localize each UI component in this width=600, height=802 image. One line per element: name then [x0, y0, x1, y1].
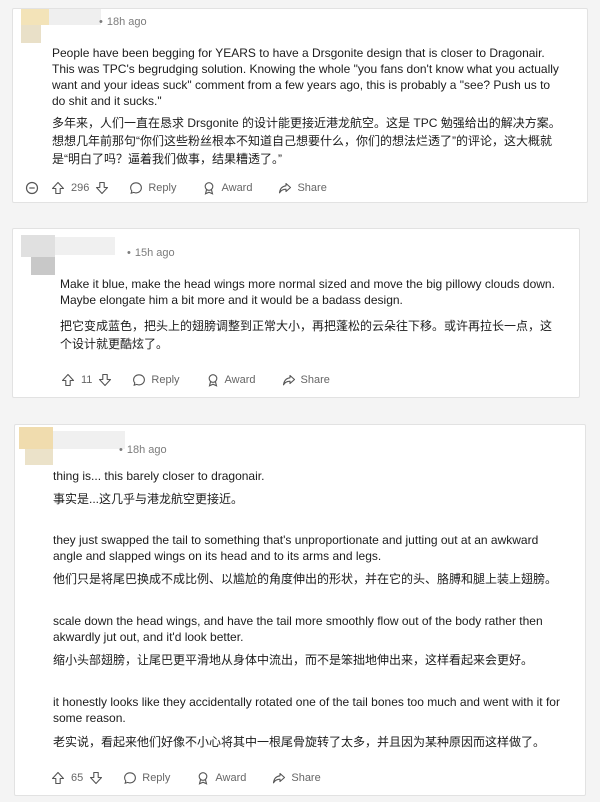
share-icon — [282, 373, 296, 387]
reply-label: Reply — [148, 182, 177, 194]
reply-button[interactable]: Reply — [132, 373, 180, 387]
vote-count: 11 — [81, 374, 93, 386]
vote-count: 65 — [71, 772, 84, 784]
award-label: Award — [224, 374, 256, 386]
share-icon — [278, 181, 292, 195]
award-button[interactable]: Award — [206, 373, 256, 387]
comment-meta: • 18h ago — [99, 16, 147, 28]
comment-text: thing is... this barely closer to dragon… — [53, 469, 265, 483]
reply-icon — [132, 373, 146, 387]
comment-text: Make it blue, make the head wings more n… — [60, 277, 555, 307]
comment-card-2: • 15h ago Make it blue, make the head win… — [12, 228, 580, 398]
comment-timestamp: 18h ago — [126, 444, 167, 456]
comment-text: they just swapped the tail to something … — [53, 533, 539, 563]
award-label: Award — [221, 182, 253, 194]
avatar[interactable] — [21, 235, 117, 275]
award-button[interactable]: Award — [196, 771, 246, 785]
upvote-icon[interactable] — [61, 373, 75, 387]
award-icon — [196, 771, 210, 785]
comment-text-translation: 老实说，看起来他们好像不小心将其中一根尾骨旋转了太多，并且因为某种原因而这样做了… — [53, 735, 546, 749]
avatar[interactable] — [19, 427, 129, 465]
comment-text-translation: 事实是...这几乎与港龙航空更接近。 — [53, 492, 244, 506]
comment-text-translation: 多年来，人们一直在恳求 Drsgonite 的设计能更接近港龙航空。这是 TPC… — [52, 116, 561, 166]
comment-card-3: • 18h ago thing is... this barely closer … — [14, 424, 586, 796]
page-bottom — [0, 796, 600, 802]
share-button[interactable]: Share — [272, 771, 321, 785]
share-label: Share — [297, 182, 327, 194]
comment-card-1: • 18h ago People have been begging for YE… — [12, 8, 588, 203]
reply-icon — [123, 771, 137, 785]
comment-text: People have been begging for YEARS to ha… — [52, 46, 559, 108]
downvote-icon[interactable] — [98, 373, 112, 387]
comment-actions: 65 Reply Award Share — [51, 768, 321, 788]
award-icon — [206, 373, 220, 387]
award-label: Award — [215, 772, 247, 784]
comment-text-translation: 把它变成蓝色，把头上的翅膀调整到正常大小，再把蓬松的云朵往下移。或许再拉长一点，… — [60, 319, 553, 351]
reply-label: Reply — [151, 374, 180, 386]
reply-label: Reply — [142, 772, 171, 784]
reply-button[interactable]: Reply — [129, 181, 176, 195]
comment-timestamp: 15h ago — [134, 247, 175, 259]
comment-timestamp: 18h ago — [106, 16, 147, 28]
award-icon — [202, 181, 216, 195]
comment-actions: 11 Reply Award Share — [61, 370, 330, 390]
comment-text: it honestly looks like they accidentally… — [53, 695, 560, 725]
avatar[interactable] — [21, 9, 101, 43]
comment-text: scale down the head wings, and have the … — [53, 614, 543, 644]
share-label: Share — [291, 772, 321, 784]
share-button[interactable]: Share — [278, 181, 327, 195]
downvote-icon[interactable] — [89, 771, 103, 785]
downvote-icon[interactable] — [95, 181, 109, 195]
comment-meta: • 18h ago — [119, 444, 167, 456]
reply-icon — [129, 181, 143, 195]
share-label: Share — [300, 374, 330, 386]
upvote-icon[interactable] — [51, 181, 65, 195]
collapse-icon[interactable] — [25, 181, 39, 195]
vote-count: 296 — [71, 182, 90, 194]
reply-button[interactable]: Reply — [123, 771, 170, 785]
upvote-icon[interactable] — [51, 771, 65, 785]
award-button[interactable]: Award — [202, 181, 252, 195]
share-button[interactable]: Share — [282, 373, 330, 387]
comment-text-translation: 缩小头部翅膀，让尾巴更平滑地从身体中流出，而不是笨拙地伸出来，这样看起来会更好。 — [53, 653, 534, 667]
share-icon — [272, 771, 286, 785]
comment-meta: • 15h ago — [127, 247, 175, 259]
comment-text-translation: 他们只是将尾巴换成不成比例、以尴尬的角度伸出的形状，并在它的头、胳膊和腿上装上翅… — [53, 572, 558, 586]
comment-actions: 296 Reply Award Share — [25, 178, 327, 198]
